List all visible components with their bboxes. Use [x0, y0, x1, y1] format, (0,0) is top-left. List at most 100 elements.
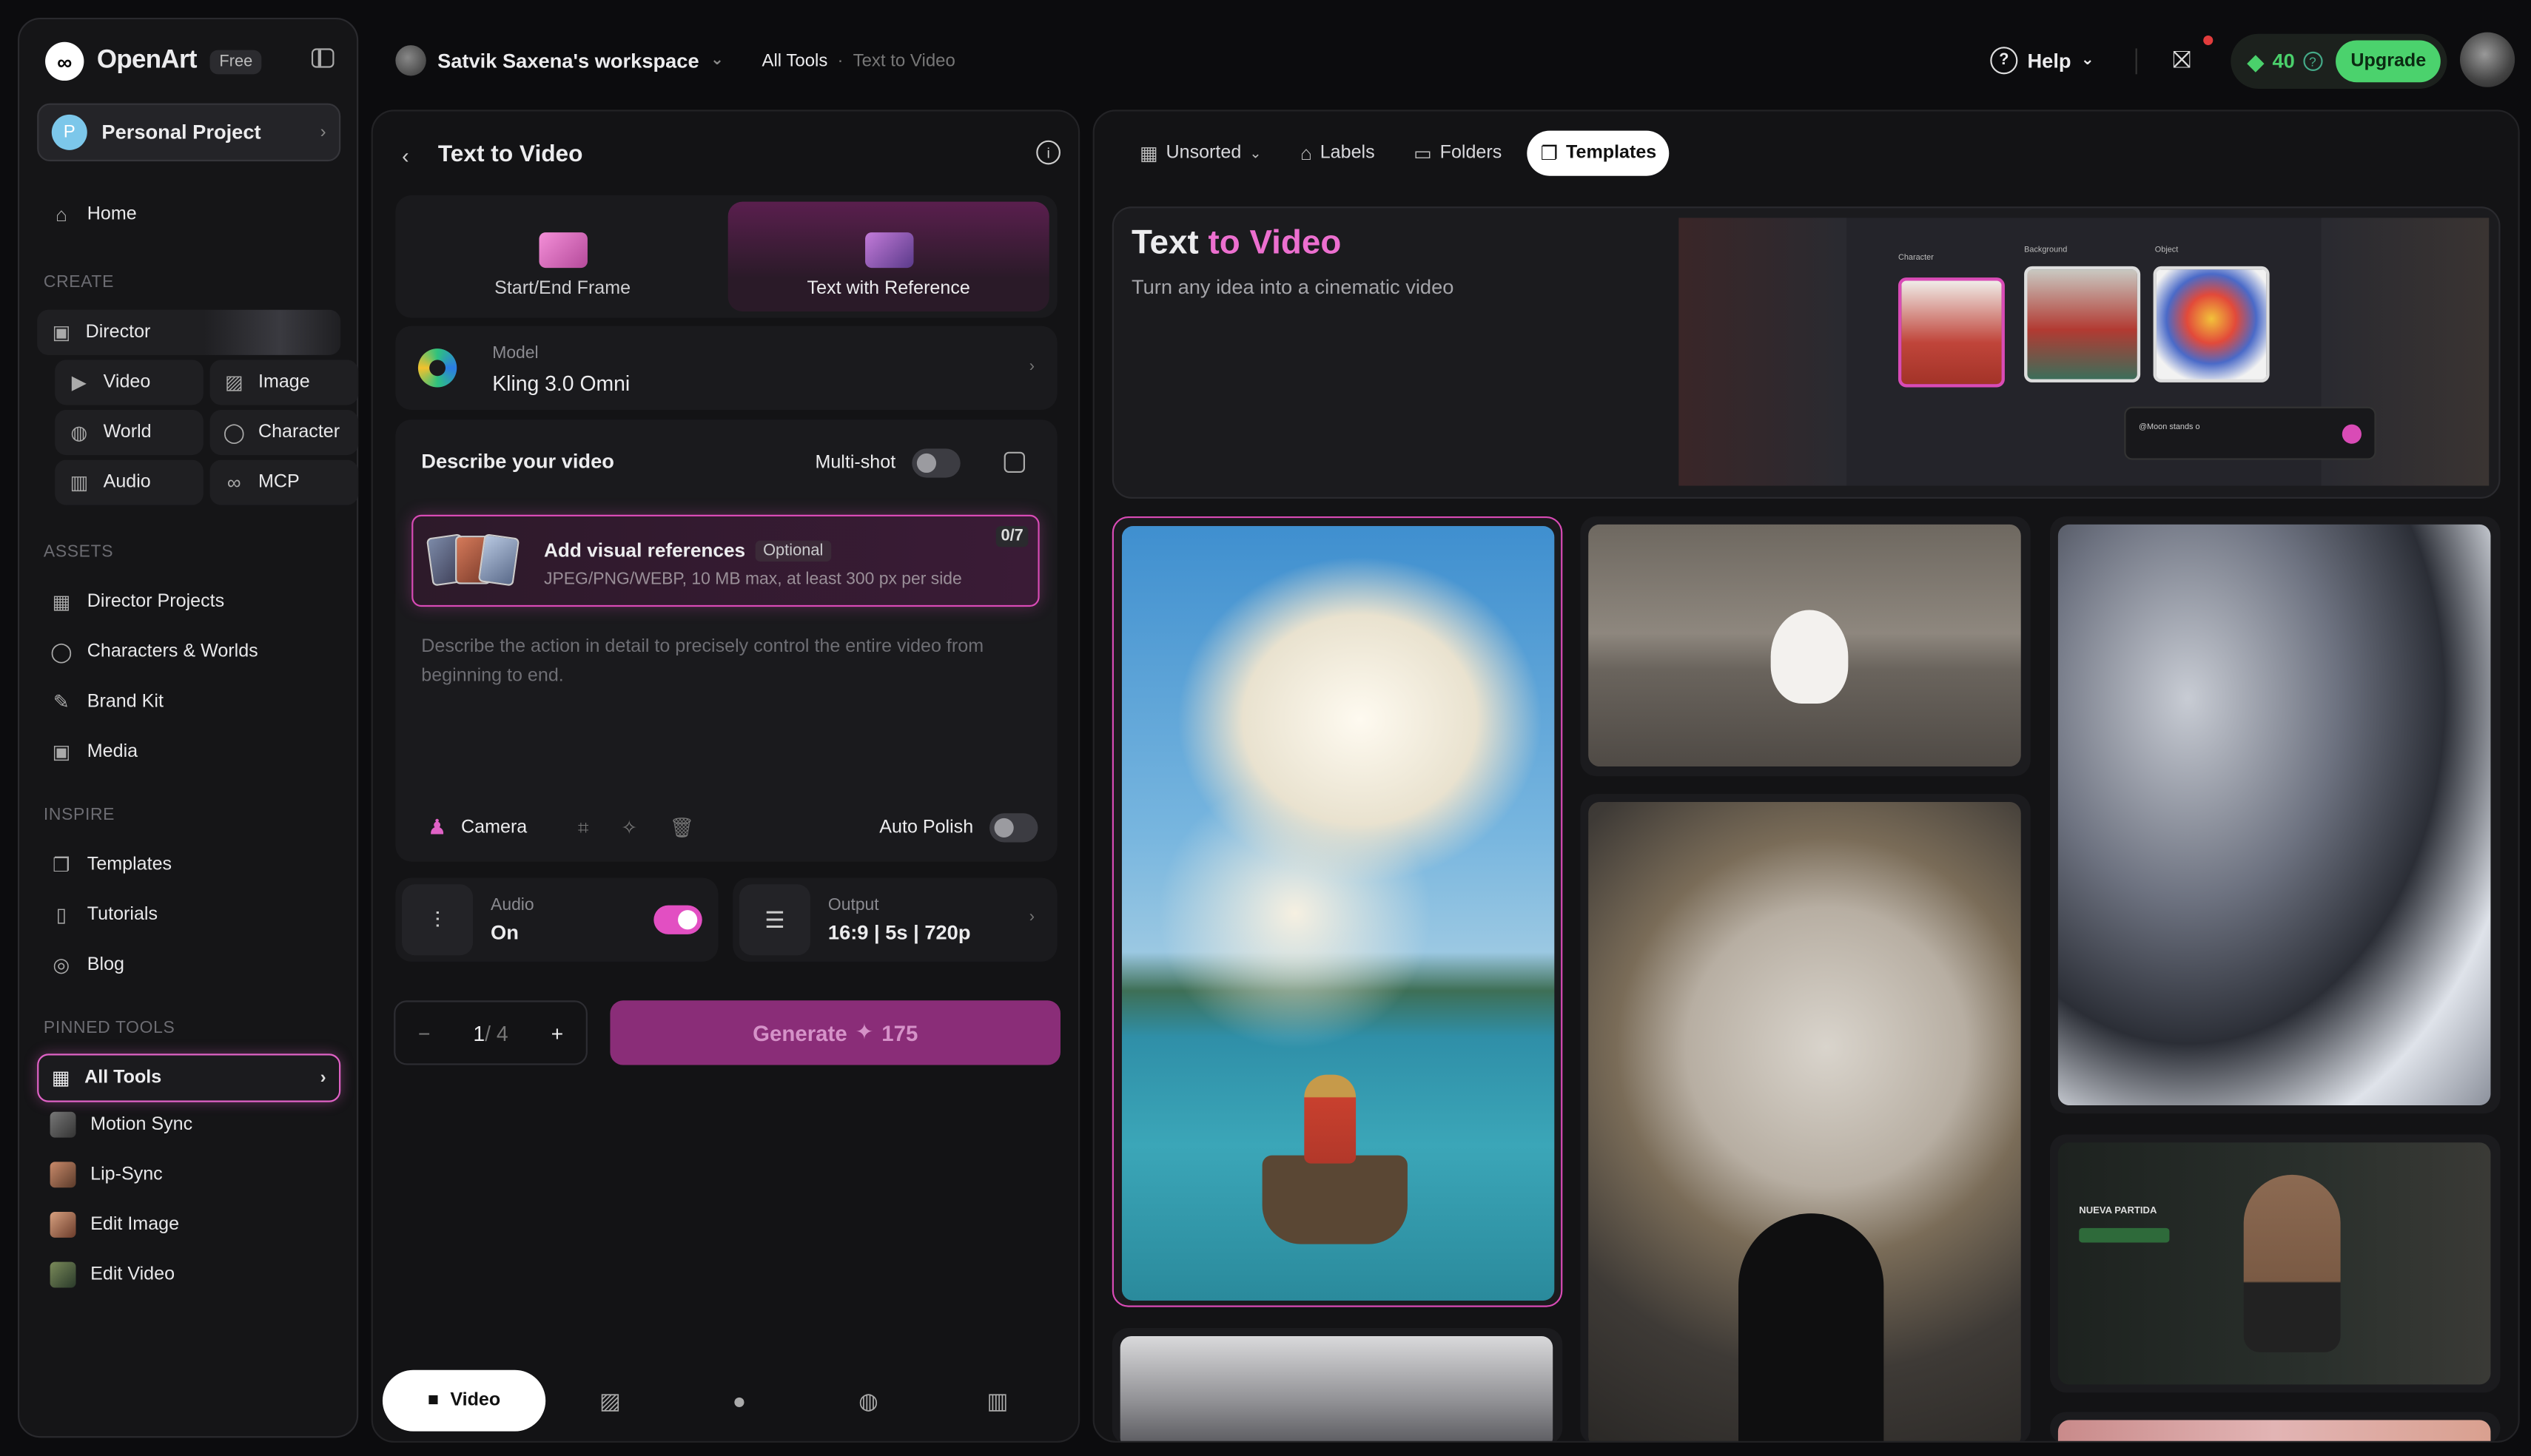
gem-icon: ◆ — [2247, 47, 2265, 74]
reference-title: Add visual references — [544, 539, 746, 562]
panel-header: ‹ Text to Video i — [402, 137, 1061, 172]
generator-panel: ‹ Text to Video i Start/End Frame Text w… — [371, 109, 1080, 1443]
sidebar-item-all-tools[interactable]: ▦ All Tools › — [37, 1054, 341, 1102]
breadcrumb-all-tools[interactable]: All Tools — [762, 52, 827, 71]
create-video[interactable]: ▶ Video — [55, 360, 204, 405]
generate-label: Generate — [753, 1020, 847, 1045]
mock-prompt-tag: @Moon — [2138, 422, 2168, 433]
send-icon — [2342, 424, 2362, 444]
tile-label: Video — [103, 372, 151, 393]
tab-video[interactable]: ■ Video — [382, 1369, 546, 1432]
camera-button[interactable]: ♟ Camera — [428, 815, 527, 840]
boat-shape — [1262, 1155, 1408, 1244]
app-root: ∞ OpenArt Free P Personal Project › ⌂ Ho… — [0, 0, 2531, 1456]
auto-polish-control: Auto Polish — [879, 813, 1038, 843]
minus-button[interactable]: − — [418, 1021, 431, 1045]
template-card-action[interactable] — [1112, 1328, 1563, 1441]
create-director[interactable]: ▣ Director — [37, 309, 341, 355]
info-icon[interactable]: ? — [2302, 51, 2322, 71]
plus-button[interactable]: + — [551, 1021, 564, 1045]
user-avatar[interactable] — [2459, 32, 2515, 87]
info-icon[interactable]: i — [1036, 140, 1061, 165]
sidebar-item-lip-sync[interactable]: Lip-Sync — [37, 1152, 340, 1197]
hero-illustration: Character Background Object @Moon stands… — [1678, 218, 2490, 486]
sidebar-item-characters-worlds[interactable]: ◯ Characters & Worlds — [37, 630, 340, 675]
sidebar-item-blog[interactable]: ◎ Blog — [37, 943, 340, 988]
magic-wand-icon[interactable]: ✧ — [621, 817, 637, 841]
visual-references-dropzone[interactable]: Add visual references Optional JPEG/PNG/… — [411, 514, 1040, 607]
sidebar-item-brand-kit[interactable]: ✎ Brand Kit — [37, 679, 340, 724]
tab-character[interactable]: ● — [675, 1370, 804, 1432]
workspace-switcher[interactable]: Satvik Saxena's workspace ⌄ — [395, 45, 724, 76]
chevron-down-icon: ⌄ — [1249, 144, 1262, 161]
expand-icon[interactable] — [1004, 451, 1025, 473]
quantity-current: 1 — [473, 1020, 485, 1045]
audio-toggle[interactable] — [653, 905, 702, 934]
filter-templates[interactable]: ❐ Templates — [1527, 130, 1670, 176]
create-world[interactable]: ◍ World — [55, 409, 204, 456]
edit-image-thumbnail — [50, 1212, 76, 1238]
help-menu[interactable]: ? Help ⌄ — [1990, 47, 2094, 75]
multishot-toggle[interactable] — [912, 448, 961, 478]
template-card-boat[interactable] — [1112, 516, 1563, 1307]
reference-stack-icon — [426, 533, 526, 587]
tab-start-end-frame[interactable]: Start/End Frame — [402, 202, 723, 311]
plan-badge: Free — [209, 49, 263, 74]
tab-label: Text with Reference — [807, 279, 970, 299]
gift-icon[interactable]: ⛝ — [2173, 47, 2202, 75]
sidebar-item-templates[interactable]: ❐ Templates — [37, 843, 340, 888]
breadcrumb-current: Text to Video — [853, 51, 955, 71]
sidebar-item-motion-sync[interactable]: Motion Sync — [37, 1102, 340, 1147]
filter-folders[interactable]: ▭ Folders — [1401, 131, 1515, 176]
tab-world[interactable]: ◍ — [804, 1370, 932, 1432]
template-hero-card[interactable]: Text to Video Turn any idea into a cinem… — [1112, 206, 2501, 499]
director-icon: ▣ — [52, 321, 71, 344]
model-selector[interactable]: Model Kling 3.0 Omni › — [395, 326, 1058, 410]
sidebar-item-edit-video[interactable]: Edit Video — [37, 1253, 340, 1298]
output-setting[interactable]: ☰ Output 16:9 | 5s | 720p › — [733, 877, 1058, 962]
prompt-input[interactable]: Describe the action in detail to precise… — [421, 633, 1018, 691]
create-image[interactable]: ▨ Image — [209, 360, 359, 405]
create-audio[interactable]: ▥ Audio — [55, 459, 204, 505]
camera-label: Camera — [461, 818, 528, 837]
template-card-ornate[interactable] — [1580, 794, 2031, 1441]
create-mcp[interactable]: ∞ MCP — [209, 459, 359, 505]
sidebar-collapse-icon[interactable] — [311, 48, 335, 68]
optional-badge: Optional — [755, 539, 832, 561]
back-arrow-icon[interactable]: ‹ — [402, 143, 409, 167]
sidebar-item-edit-image[interactable]: Edit Image — [37, 1202, 340, 1247]
tab-image[interactable]: ▨ — [545, 1370, 674, 1432]
create-character[interactable]: ◯ Character — [209, 409, 359, 456]
scan-icon[interactable]: ⌗ — [578, 817, 589, 841]
template-card-abstract[interactable] — [2049, 516, 2501, 1113]
upgrade-button[interactable]: Upgrade — [2336, 40, 2441, 83]
folder-icon: ▭ — [1413, 141, 1432, 165]
template-card-pink[interactable] — [2049, 1412, 2501, 1441]
cloak-shape — [1738, 1213, 1884, 1441]
prompt-section: Describe your video Multi-shot Add visua… — [395, 419, 1058, 862]
filter-labels[interactable]: ⌂ Labels — [1288, 131, 1388, 176]
sidebar-item-home[interactable]: ⌂ Home — [37, 192, 340, 237]
project-switcher[interactable]: P Personal Project › — [37, 103, 341, 162]
sidebar-item-media[interactable]: ▣ Media — [37, 729, 340, 775]
trash-icon[interactable]: 🗑 — [670, 817, 694, 841]
sidebar-item-director-projects[interactable]: ▦ Director Projects — [37, 579, 340, 624]
sidebar-item-label: Motion Sync — [90, 1115, 193, 1135]
sidebar-item-label: Director Projects — [87, 592, 225, 612]
sidebar-item-label: Blog — [87, 955, 125, 975]
sparkle-icon: ✦ — [855, 1019, 874, 1045]
auto-polish-toggle[interactable] — [989, 813, 1038, 843]
template-card-game-menu[interactable]: NUEVA PARTIDA — [2049, 1134, 2501, 1393]
tab-text-with-reference[interactable]: Text with Reference — [727, 201, 1049, 311]
tab-audio[interactable]: ▥ — [933, 1370, 1062, 1432]
tab-label: Start/End Frame — [494, 279, 631, 299]
motion-sync-thumbnail — [50, 1111, 76, 1138]
credits-pill[interactable]: ◆ 40 ? Upgrade — [2231, 33, 2447, 89]
brand[interactable]: ∞ OpenArt Free — [45, 41, 263, 81]
output-value: 16:9 | 5s | 720p — [827, 921, 971, 944]
sidebar-item-tutorials[interactable]: ▯ Tutorials — [37, 892, 340, 937]
template-card-dog[interactable] — [1580, 516, 2031, 777]
generate-button[interactable]: Generate ✦ 175 — [610, 1000, 1061, 1065]
filter-unsorted[interactable]: ▦ Unsorted ⌄ — [1126, 131, 1274, 176]
audio-setting[interactable]: ⫶ Audio On — [395, 877, 719, 962]
